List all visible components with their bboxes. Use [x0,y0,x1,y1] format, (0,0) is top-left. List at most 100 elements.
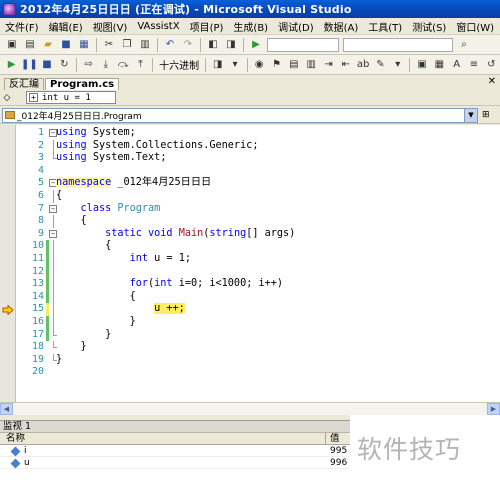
menu-view[interactable]: 视图(V) [88,19,133,34]
continue-icon[interactable]: ▶ [248,38,264,52]
menu-test[interactable]: 测试(S) [407,19,451,34]
chevron-down-icon[interactable]: ▾ [227,58,242,72]
watch-column-value[interactable]: 值 [326,433,340,444]
menu-tools[interactable]: 工具(T) [363,19,407,34]
copy-icon[interactable]: ❐ [119,38,135,52]
code-line[interactable]: 20 [0,366,500,379]
expand-icon[interactable]: + [29,93,38,102]
visual-studio-icon [3,2,16,16]
open-file-icon[interactable]: ▰ [40,38,56,52]
navigate-forward-icon[interactable]: ◨ [223,38,239,52]
step-out-icon[interactable]: ⤒ [133,58,148,72]
save-all-icon[interactable]: ▦ [76,38,92,52]
restart-icon[interactable]: ↻ [57,58,72,72]
code-line[interactable]: 18 } [0,341,500,354]
code-line[interactable]: 2 using System.Collections.Generic; [0,139,500,153]
watch-column-name[interactable]: 名称 [0,433,326,444]
step-over-icon[interactable]: ⤼ [116,58,131,72]
code-editor[interactable]: 1− using System; 2 using System.Collections… [0,125,500,402]
navigate-backward-icon[interactable]: ◧ [205,38,221,52]
code-line[interactable]: 19} [0,353,500,367]
toolbar-separator [157,37,158,52]
find-in-files-icon[interactable]: ⌕ [456,38,472,52]
collapse-icon[interactable]: − [49,177,57,190]
watch-window-title[interactable]: 监视 1 [0,421,350,433]
save-icon[interactable]: ■ [58,38,74,52]
spell-check-icon[interactable]: ab [356,58,371,72]
code-line[interactable]: 5− namespace _012年4月25日日日 [0,177,500,190]
watch-row[interactable]: u 996 [0,457,350,469]
menu-debug[interactable]: 调试(D) [273,19,319,34]
redo-icon[interactable]: ↷ [180,38,196,52]
breakpoints-window-icon[interactable]: ◨ [210,58,225,72]
continue-debug-icon[interactable]: ▶ [4,58,19,72]
collapse-icon[interactable]: − [49,127,57,140]
split-view-icon[interactable]: ⊞ [482,110,490,120]
code-line[interactable]: 15 u ++; [0,303,500,316]
comment-icon[interactable]: ▤ [286,58,301,72]
menu-file[interactable]: 文件(F) [0,19,44,34]
code-line[interactable]: 7− class Program [0,203,500,216]
pin-icon[interactable]: ◇ [0,93,14,103]
code-line[interactable]: 11 int u = 1; [0,253,500,266]
code-line[interactable]: 9− static void Main(string[] args) [0,228,500,241]
indent-icon[interactable]: ⇥ [321,58,336,72]
menu-edit[interactable]: 编辑(E) [44,19,88,34]
stop-debugging-icon[interactable]: ■ [39,58,54,72]
code-line[interactable]: 16 } [0,316,500,329]
pinned-datatip[interactable]: + int u = 1 [26,91,116,104]
hexadecimal-display-button[interactable]: 十六进制 [156,57,202,72]
chevron-down-icon[interactable]: ▾ [390,58,405,72]
line-number: 3 [37,152,44,164]
menu-project[interactable]: 项目(P) [185,19,229,34]
menu-window[interactable]: 窗口(W) [451,19,499,34]
close-icon[interactable]: ✕ [488,76,496,87]
undo-icon[interactable]: ↶ [162,38,178,52]
code-line[interactable]: 13 for(int i=0; i<1000; i++) [0,278,500,291]
code-line[interactable]: 6{ [0,190,500,203]
code-line[interactable]: 4 [0,165,500,178]
tab-program-cs[interactable]: Program.cs [45,78,120,90]
code-line[interactable]: 1− using System; [0,127,500,140]
code-line[interactable]: 17 } [0,328,500,342]
list-methods-icon[interactable]: ≡ [466,58,481,72]
scroll-left-icon[interactable]: ◀ [0,403,13,415]
toolbar-separator [96,37,97,52]
collapse-icon[interactable]: − [49,203,57,216]
collapse-icon[interactable]: − [49,228,57,241]
open-file-in-solution-icon[interactable]: ▦ [432,58,447,72]
code-text: class Program [80,202,161,214]
horizontal-scrollbar[interactable]: ◀ ▶ [0,402,500,415]
code-line[interactable]: 10 { [0,240,500,253]
menu-vassistx[interactable]: VAssistX [132,21,184,32]
suggestion-icon[interactable]: ↺ [484,58,499,72]
solution-platform-combo[interactable] [343,37,453,52]
toggle-breakpoint-icon[interactable]: ◉ [252,58,267,72]
scroll-right-icon[interactable]: ▶ [487,403,500,415]
code-line[interactable]: 12 [0,265,500,279]
code-line[interactable]: 14 { [0,290,500,304]
menu-data[interactable]: 数据(A) [319,19,364,34]
uncomment-icon[interactable]: ▥ [304,58,319,72]
refactor-icon[interactable]: ✎ [373,58,388,72]
bookmark-icon[interactable]: ⚑ [269,58,284,72]
show-next-statement-icon[interactable]: ⇨ [81,58,96,72]
font-icon[interactable]: A [449,58,464,72]
break-all-icon[interactable]: ❚❚ [21,58,38,72]
solution-configuration-combo[interactable] [267,37,339,52]
add-item-icon[interactable]: ▤ [22,38,38,52]
outdent-icon[interactable]: ⇤ [338,58,353,72]
code-line[interactable]: 8 { [0,215,500,228]
title-bar[interactable]: 2012年4月25日日日 (正在调试) - Microsoft Visual S… [0,0,500,18]
code-line[interactable]: 3 using System.Text; [0,152,500,165]
tab-disassembly[interactable]: 反汇编 [4,78,44,90]
watch-row[interactable]: i 995 [0,445,350,457]
paste-icon[interactable]: ▥ [137,38,153,52]
chevron-down-icon[interactable]: ▼ [464,108,477,122]
find-symbol-icon[interactable]: ▣ [414,58,429,72]
step-into-icon[interactable]: ⤓ [98,58,113,72]
new-project-icon[interactable]: ▣ [4,38,20,52]
class-combo[interactable]: _012年4月25日日日.Program ▼ [2,107,478,123]
cut-icon[interactable]: ✂ [101,38,117,52]
menu-build[interactable]: 生成(B) [228,19,273,34]
